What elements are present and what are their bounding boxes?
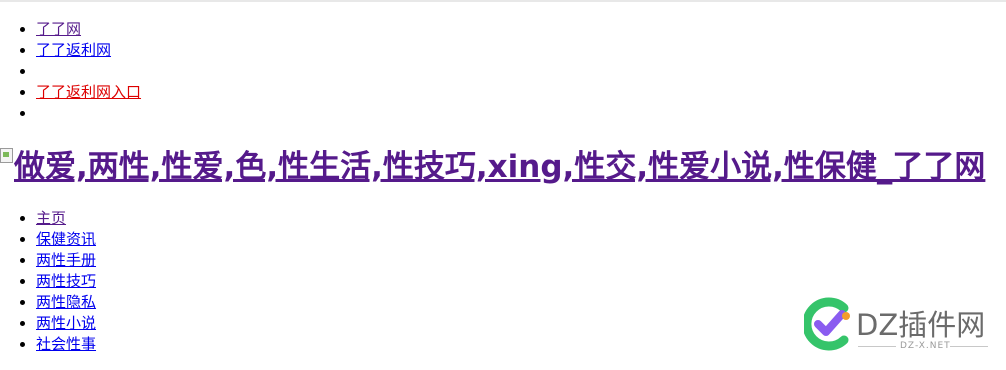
main-nav-link-health-news[interactable]: 保健资讯 [36,230,96,248]
main-nav-link-privacy[interactable]: 两性隐私 [36,293,96,311]
watermark-domain: DZ-X.NET [900,341,951,351]
main-nav-item: 主页 [36,208,436,229]
top-nav-item: 了了网 [36,19,436,40]
site-logo-link[interactable]: 做爱,两性,性爱,色,性生活,性技巧,xing,性交,性爱小说,性保健_了了网 [0,148,986,185]
watermark-brand: DZ插件网 [856,308,986,342]
main-nav-link-handbook[interactable]: 两性手册 [36,251,96,269]
main-nav-item: 社会性事 [36,334,436,355]
top-nav-item-empty [36,103,436,124]
main-nav-item: 保健资讯 [36,229,436,250]
site-title: 做爱,两性,性爱,色,性生活,性技巧,xing,性交,性爱小说,性保健_了了网 [14,149,986,185]
top-nav-item: 了了返利网 [36,40,436,61]
main-nav-item: 两性技巧 [36,271,436,292]
watermark-rule-left [858,346,896,347]
top-nav-link-liaoliao[interactable]: 了了网 [36,20,81,38]
main-nav-link-novels[interactable]: 两性小说 [36,314,96,332]
top-border [0,0,1006,2]
main-nav-item: 两性手册 [36,250,436,271]
main-nav-item: 两性隐私 [36,292,436,313]
broken-image-icon [0,148,13,163]
main-nav-list: 主页 保健资讯 两性手册 两性技巧 两性隐私 两性小说 社会性事 [0,208,436,355]
watermark: DZ插件网 DZ-X.NET [804,296,994,356]
dz-logo-icon [804,297,850,351]
top-nav-link-fanli-entry[interactable]: 了了返利网入口 [36,83,141,101]
main-nav-link-home[interactable]: 主页 [36,209,66,227]
top-nav-link-fanli[interactable]: 了了返利网 [36,41,111,59]
main-nav-item: 两性小说 [36,313,436,334]
main-nav-link-society[interactable]: 社会性事 [36,335,96,353]
top-nav-item: 了了返利网入口 [36,82,436,103]
site-heading: 做爱,两性,性爱,色,性生活,性技巧,xing,性交,性爱小说,性保健_了了网 [0,143,1006,191]
top-nav-list: 了了网 了了返利网 了了返利网入口 [0,19,436,124]
watermark-rule-right [950,346,988,347]
top-nav-item-empty [36,61,436,82]
main-nav-link-tips[interactable]: 两性技巧 [36,272,96,290]
